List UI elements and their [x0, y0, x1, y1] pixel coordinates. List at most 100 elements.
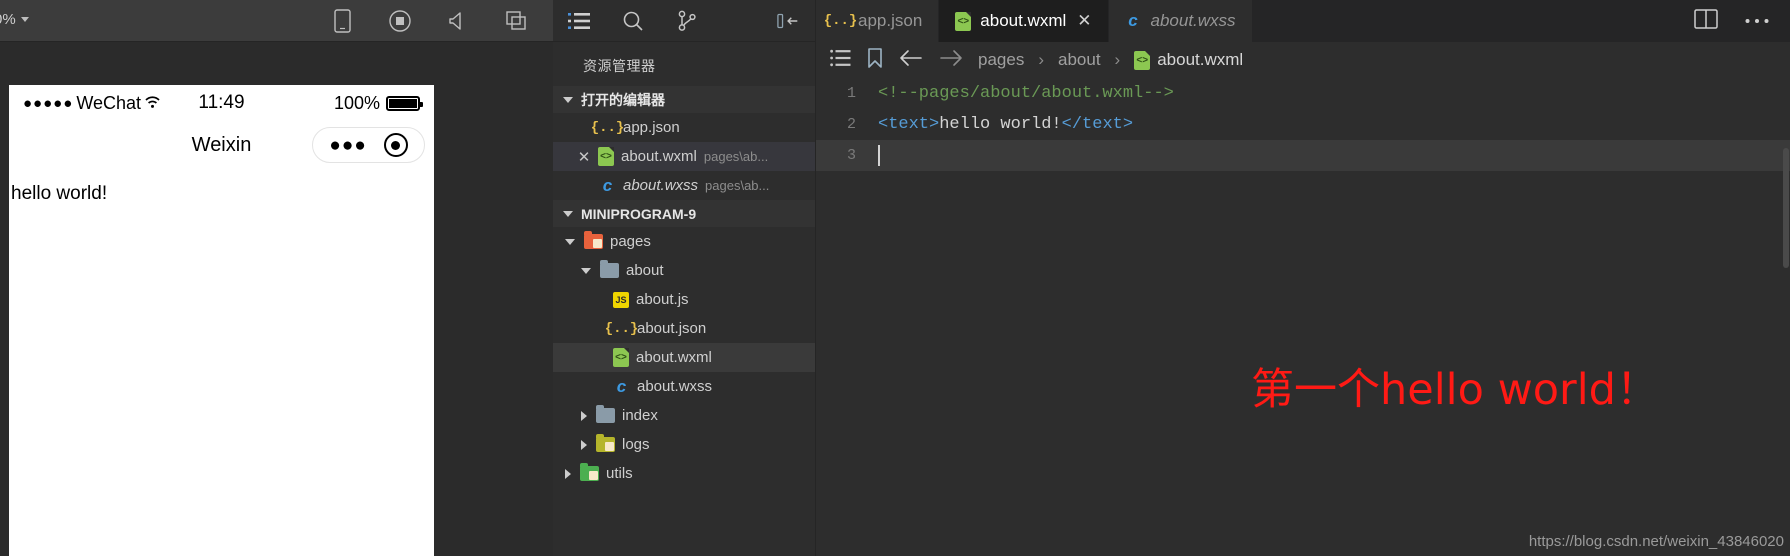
tree-item-about-js[interactable]: JS about.js: [553, 285, 815, 314]
collapse-sidebar-icon[interactable]: [777, 9, 801, 33]
open-editor-item-about-wxss[interactable]: ᴄ about.wxss pages\ab...: [553, 171, 815, 200]
tree-item-label: about.wxml: [636, 349, 712, 366]
code-open-tag: <text>: [878, 115, 940, 134]
code-editor[interactable]: 1 <!--pages/about/about.wxml--> 2 <text>…: [816, 78, 1790, 556]
tab-app-json[interactable]: {..} app.json: [816, 0, 940, 42]
annotation-text: 第一个hello world！: [1251, 365, 1659, 415]
tree-item-index[interactable]: index: [553, 401, 815, 430]
battery-icon: [386, 95, 423, 111]
chevron-down-icon: [563, 96, 573, 103]
js-icon: JS: [613, 291, 629, 308]
watermark: https://blog.csdn.net/weixin_43846020: [1528, 533, 1784, 550]
tree-item-logs[interactable]: logs: [553, 430, 815, 459]
back-arrow-icon[interactable]: [898, 48, 924, 73]
source-control-icon[interactable]: [675, 9, 699, 33]
phone-simulator[interactable]: ●●●●● WeChat 11:49 100% Weixin ●●● hello…: [9, 85, 434, 556]
more-dots-icon[interactable]: ●●●: [329, 136, 366, 155]
more-actions-icon[interactable]: [1744, 12, 1770, 30]
split-editor-icon[interactable]: [1694, 8, 1718, 35]
zoom-level-select[interactable]: 0%: [0, 11, 29, 28]
wxss-icon: ᴄ: [1128, 11, 1138, 30]
tree-item-about[interactable]: about: [553, 256, 815, 285]
wxml-icon: <>: [613, 348, 629, 367]
code-line-2[interactable]: 2 <text> hello world! </text>: [816, 109, 1790, 140]
tab-about-wxss[interactable]: ᴄ about.wxss: [1108, 0, 1253, 42]
bookmark-icon[interactable]: [866, 47, 884, 74]
forward-arrow-icon[interactable]: [938, 48, 964, 73]
sidebar-toolbar: [553, 0, 815, 42]
capsule-menu[interactable]: ●●●: [312, 127, 425, 163]
tree-item-about-json[interactable]: {..} about.json: [553, 314, 815, 343]
signal-dots-icon: ●●●●●: [23, 94, 74, 112]
chevron-right-icon[interactable]: [565, 468, 571, 479]
json-icon: {..}: [604, 320, 639, 337]
tab-about-wxml[interactable]: <> about.wxml ✕: [939, 0, 1109, 42]
breadcrumb-label: about.wxml: [1157, 50, 1244, 69]
tree-item-label: about.json: [637, 320, 707, 337]
chevron-down-icon[interactable]: [581, 267, 591, 274]
folder-icon: [600, 260, 619, 278]
tree-item-label: about.wxss: [637, 378, 713, 395]
tree-item-utils[interactable]: utils: [553, 459, 815, 488]
project-header[interactable]: MINIPROGRAM-9: [553, 200, 815, 227]
chevron-down-icon[interactable]: [565, 238, 575, 245]
chevron-right-icon[interactable]: [581, 439, 587, 450]
close-icon[interactable]: ✕: [1077, 11, 1091, 31]
phone-page-body: hello world!: [9, 169, 434, 205]
tree-item-about-wxss[interactable]: ᴄ about.wxss: [553, 372, 815, 401]
tree-item-pages[interactable]: pages: [553, 227, 815, 256]
editor-scrollbar[interactable]: [1782, 78, 1790, 556]
phone-nav-bar: Weixin ●●●: [9, 121, 434, 169]
scrollbar-thumb[interactable]: [1783, 148, 1789, 268]
wxml-icon: <>: [955, 11, 972, 31]
line-number: 2: [846, 116, 856, 133]
open-editors-header[interactable]: 打开的编辑器: [553, 86, 815, 113]
tree-item-label: index: [622, 407, 658, 424]
tab-label: about.wxss: [1150, 11, 1236, 30]
explorer-icon[interactable]: [567, 9, 591, 33]
code-close-tag: </text>: [1061, 115, 1134, 134]
code-line-1[interactable]: 1 <!--pages/about/about.wxml-->: [816, 78, 1790, 109]
chevron-right-icon[interactable]: [581, 410, 587, 421]
battery-info: 100%: [334, 93, 423, 114]
folder-icon: [584, 231, 603, 249]
code-text-content: hello world!: [939, 115, 1062, 134]
chevron-down-icon: [20, 17, 29, 22]
open-editor-path: pages\ab...: [703, 149, 769, 164]
windows-icon[interactable]: [503, 8, 529, 34]
outline-icon[interactable]: [830, 49, 852, 72]
close-icon[interactable]: ✕: [577, 148, 591, 166]
breadcrumb-separator: ›: [1114, 50, 1121, 69]
open-editor-path: pages\ab...: [705, 178, 770, 193]
tree-item-label: utils: [606, 465, 633, 482]
phone-icon[interactable]: [329, 8, 355, 34]
volume-icon[interactable]: [445, 8, 471, 34]
breadcrumb: pages › about › <> about.wxml: [816, 42, 1790, 78]
breadcrumb-item-file[interactable]: <> about.wxml: [1134, 50, 1243, 70]
breadcrumb-item-about[interactable]: about: [1058, 50, 1101, 70]
editor-tab-actions: [1674, 0, 1790, 42]
record-icon[interactable]: [387, 8, 413, 34]
breadcrumb-separator: ›: [1038, 50, 1044, 69]
tree-item-label: logs: [622, 436, 650, 453]
open-editor-item-app-json[interactable]: {..} app.json: [553, 113, 815, 142]
line-number: 1: [846, 85, 856, 102]
open-editor-label: about.wxml: [621, 148, 697, 165]
tree-item-label: about: [626, 262, 664, 279]
editor-area: {..} app.json <> about.wxml ✕ ᴄ about.wx…: [816, 0, 1790, 556]
breadcrumb-item-pages[interactable]: pages: [978, 50, 1024, 70]
search-icon[interactable]: [621, 9, 645, 33]
simulator-toolbar: 0%: [0, 0, 553, 42]
open-editor-item-about-wxml[interactable]: ✕ <> about.wxml pages\ab...: [553, 142, 815, 171]
json-icon: {..}: [823, 13, 858, 29]
editor-tabs: {..} app.json <> about.wxml ✕ ᴄ about.wx…: [816, 0, 1790, 42]
explorer-sidebar: 资源管理器 打开的编辑器 {..} app.json ✕ <> about.wx…: [553, 0, 816, 556]
chevron-down-icon: [563, 210, 573, 217]
close-target-icon[interactable]: [383, 133, 408, 157]
line-number: 3: [846, 147, 856, 164]
simulator-toolbar-icons: [329, 8, 543, 34]
folder-icon: [596, 434, 615, 452]
json-icon: {..}: [590, 119, 625, 136]
tree-item-about-wxml[interactable]: <> about.wxml: [553, 343, 815, 372]
code-line-3[interactable]: 3: [816, 140, 1790, 171]
